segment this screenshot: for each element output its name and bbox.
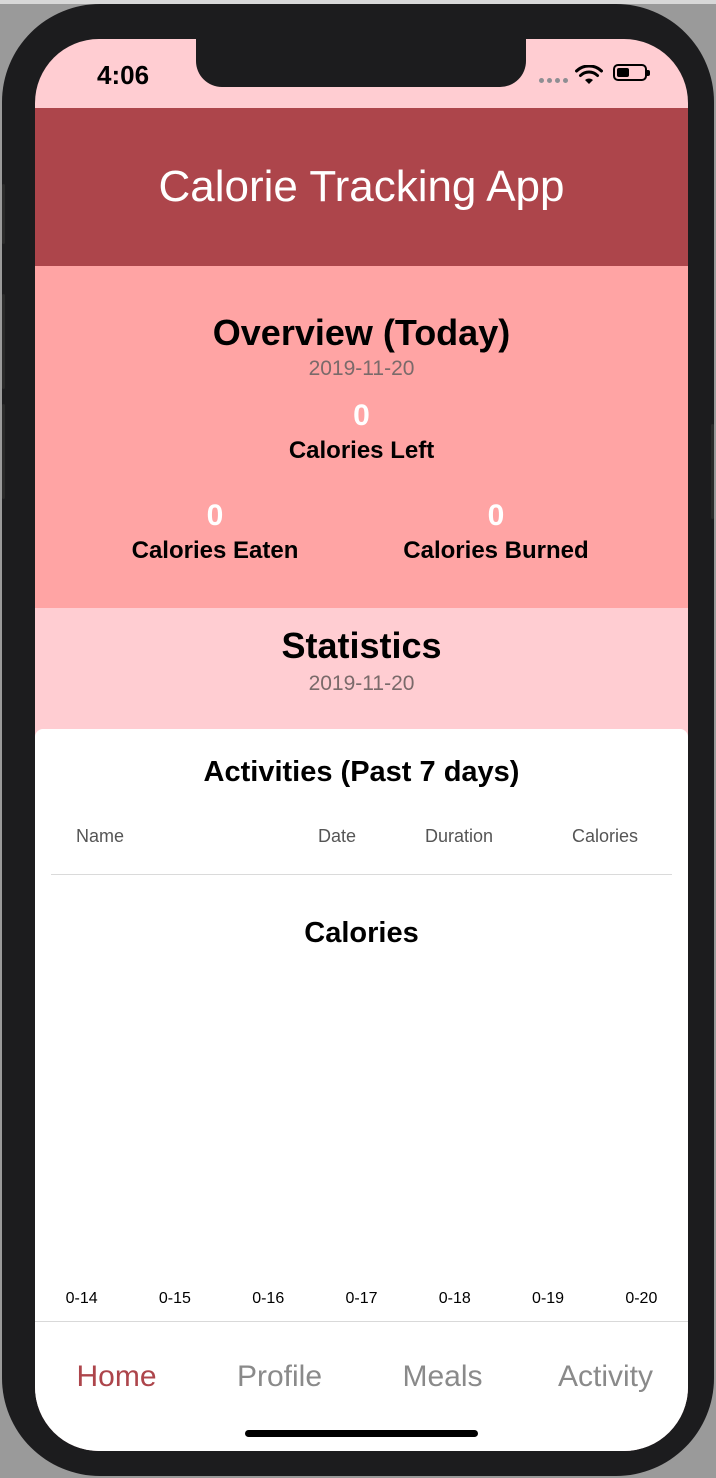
statistics-card[interactable]: Activities (Past 7 days) Name Date Durat… bbox=[35, 729, 688, 1321]
column-header-date: Date bbox=[318, 826, 357, 846]
app-header: Calorie Tracking App bbox=[35, 108, 688, 266]
signal-icon bbox=[539, 78, 568, 83]
calories-burned-value: 0 bbox=[487, 499, 505, 532]
phone-screen: 4:06 Calorie Tracking App Overview (Toda… bbox=[35, 39, 688, 1451]
calories-burned-label: Calories Burned bbox=[403, 537, 589, 564]
table-divider bbox=[51, 874, 672, 875]
silent-switch bbox=[2, 184, 5, 244]
calories-left-value: 0 bbox=[353, 399, 370, 432]
wifi-icon bbox=[575, 65, 603, 84]
volume-down-button bbox=[2, 404, 5, 499]
tab-bar: Home Profile Meals Activity bbox=[35, 1321, 688, 1451]
tab-profile[interactable]: Profile bbox=[198, 1360, 361, 1394]
phone-frame: 4:06 Calorie Tracking App Overview (Toda… bbox=[2, 4, 714, 1476]
x-tick-label: 0-16 bbox=[252, 1290, 284, 1307]
activities-title: Activities (Past 7 days) bbox=[203, 756, 520, 788]
calories-eaten-value: 0 bbox=[206, 499, 224, 532]
overview-section: Overview (Today) 2019-11-20 0 Calories L… bbox=[35, 266, 688, 608]
x-tick-label: 0-17 bbox=[345, 1290, 377, 1307]
column-header-name: Name bbox=[76, 826, 125, 846]
calories-left-label: Calories Left bbox=[288, 437, 435, 464]
overview-date: 2019-11-20 bbox=[308, 357, 415, 380]
statistics-title: Statistics bbox=[281, 625, 442, 666]
x-tick-label: 0-14 bbox=[66, 1290, 98, 1307]
x-tick-label: 0-15 bbox=[159, 1290, 191, 1307]
overview-title: Overview (Today) bbox=[212, 312, 511, 353]
column-header-duration: Duration bbox=[425, 826, 494, 846]
home-indicator[interactable] bbox=[245, 1430, 478, 1437]
volume-up-button bbox=[2, 294, 5, 389]
chart-title: Calories bbox=[304, 917, 419, 949]
column-header-calories: Calories bbox=[572, 826, 639, 846]
notch bbox=[196, 39, 526, 87]
battery-icon bbox=[613, 64, 650, 81]
status-time: 4:06 bbox=[97, 60, 150, 90]
tab-meals[interactable]: Meals bbox=[361, 1360, 524, 1394]
x-tick-label: 0-19 bbox=[532, 1290, 564, 1307]
power-button bbox=[711, 424, 714, 519]
calories-eaten-label: Calories Eaten bbox=[131, 537, 299, 564]
calories-bar-chart: 0-14 0-15 0-16 0-17 0-18 0-19 0-20 bbox=[66, 1290, 658, 1307]
x-tick-label: 0-20 bbox=[625, 1290, 657, 1307]
tab-home[interactable]: Home bbox=[35, 1360, 198, 1394]
app-title: Calorie Tracking App bbox=[158, 162, 565, 211]
x-tick-label: 0-18 bbox=[439, 1290, 471, 1307]
statistics-section: Statistics 2019-11-20 bbox=[35, 608, 688, 729]
statistics-date: 2019-11-20 bbox=[308, 672, 415, 695]
tab-activity[interactable]: Activity bbox=[524, 1360, 687, 1394]
